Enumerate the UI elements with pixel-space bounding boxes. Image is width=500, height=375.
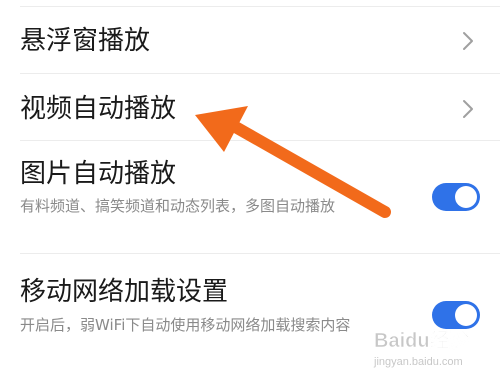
floating-window-label: 悬浮窗播放 [20,26,151,56]
mobile-network-label: 移动网络加载设置 [20,277,229,307]
setting-row-floating-window[interactable]: 悬浮窗播放 [0,7,500,73]
chevron-right-icon [463,32,473,50]
toggle-knob [455,186,477,208]
video-autoplay-label: 视频自动播放 [20,94,177,124]
image-autoplay-label: 图片自动播放 [20,159,177,189]
setting-row-video-autoplay[interactable]: 视频自动播放 [0,74,500,140]
setting-row-image-autoplay: 图片自动播放 有料频道、搞笑频道和动态列表，多图自动播放 [0,141,500,253]
image-autoplay-toggle[interactable] [432,183,480,211]
watermark-url: jingyan.baidu.com [373,356,463,368]
chevron-right-icon [463,100,473,118]
settings-screen: 悬浮窗播放 视频自动播放 图片自动播放 有料频道、搞笑频道和动态列表，多图自动播… [0,0,500,375]
baidu-jingyan-watermark: Baidu经验 jingyan.baidu.com [373,328,470,368]
watermark-brand: Baidu经验 [374,328,470,352]
image-autoplay-description: 有料频道、搞笑频道和动态列表，多图自动播放 [20,197,336,215]
mobile-network-description: 开启后，弱WiFi下自动使用移动网络加载搜索内容 [20,316,351,334]
